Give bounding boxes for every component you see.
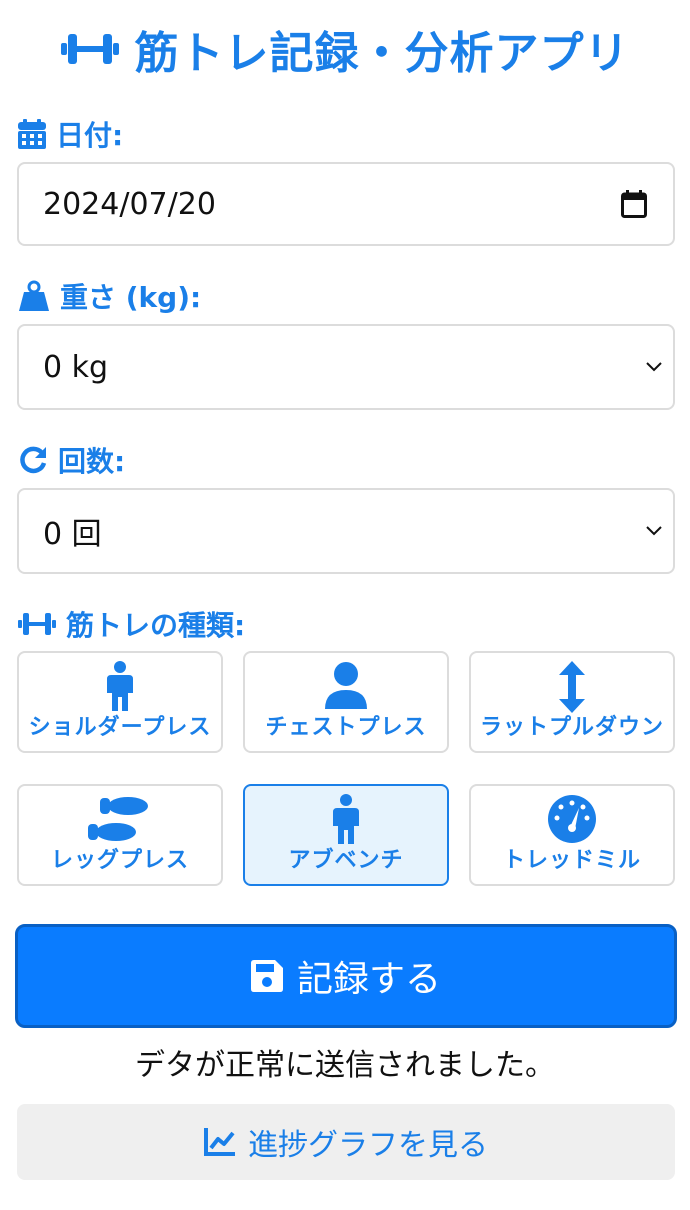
exercise-option-ab-bench[interactable]: アブベンチ xyxy=(243,784,449,886)
exercise-option-chest-press[interactable]: チェストプレス xyxy=(243,651,449,753)
chart-line-icon xyxy=(204,1128,235,1156)
reps-label-row: 回数: xyxy=(18,442,125,478)
chevron-down-icon xyxy=(646,362,662,372)
save-icon xyxy=(250,960,283,992)
date-value: 2024/07/20 xyxy=(43,186,216,222)
weight-label-row: 重さ (kg): xyxy=(18,278,201,314)
exercise-option-shoulder-press[interactable]: ショルダープレス xyxy=(17,651,223,753)
view-graph-button[interactable]: 進捗グラフを見る xyxy=(17,1104,675,1180)
exercise-label: 筋トレの種類: xyxy=(66,609,246,642)
weight-select[interactable]: 0 kg xyxy=(17,324,675,410)
exercise-option-leg-press[interactable]: レッグプレス xyxy=(17,784,223,886)
reps-label: 回数: xyxy=(58,445,126,478)
submit-button[interactable]: 記録する xyxy=(15,924,677,1028)
exercise-option-label: トレッドミル xyxy=(502,848,641,873)
app-header: 筋トレ記録・分析アプリ xyxy=(0,18,690,80)
weight-icon xyxy=(19,280,49,311)
person-icon xyxy=(333,794,359,844)
exercise-option-label: ショルダープレス xyxy=(28,715,212,740)
calendar-picker-icon[interactable] xyxy=(621,190,647,218)
submit-label: 記録する xyxy=(296,959,441,1000)
arrows-vertical-icon xyxy=(559,661,585,713)
exercise-option-label: アブベンチ xyxy=(288,848,404,873)
dumbbell-icon xyxy=(60,34,119,64)
exercise-option-label: チェストプレス xyxy=(265,715,427,740)
reps-select[interactable]: 0 回 xyxy=(17,488,675,574)
weight-value: 0 kg xyxy=(43,349,109,385)
view-graph-label: 進捗グラフを見る xyxy=(248,1128,488,1163)
redo-icon xyxy=(20,446,47,474)
date-input[interactable]: 2024/07/20 xyxy=(17,162,675,246)
date-label: 日付: xyxy=(56,119,124,152)
status-message: デタが正常に送信されました。 xyxy=(135,1048,555,1083)
calendar-icon xyxy=(18,119,46,149)
exercise-option-lat-pulldown[interactable]: ラットプルダウン xyxy=(469,651,675,753)
exercise-label-row: 筋トレの種類: xyxy=(18,606,245,642)
exercise-option-label: レッグプレス xyxy=(50,848,189,873)
dumbbell-icon xyxy=(18,613,56,635)
exercise-option-label: ラットプルダウン xyxy=(479,715,664,740)
person-icon xyxy=(107,661,133,711)
chevron-down-icon xyxy=(646,526,662,536)
date-label-row: 日付: xyxy=(18,116,123,152)
shoe-prints-icon xyxy=(88,797,148,841)
user-icon xyxy=(325,662,367,709)
weight-label: 重さ (kg): xyxy=(60,281,202,314)
exercise-option-treadmill[interactable]: トレッドミル xyxy=(469,784,675,886)
gauge-icon xyxy=(548,795,596,843)
page-title: 筋トレ記録・分析アプリ xyxy=(134,28,630,79)
reps-value: 0 回 xyxy=(43,517,102,552)
